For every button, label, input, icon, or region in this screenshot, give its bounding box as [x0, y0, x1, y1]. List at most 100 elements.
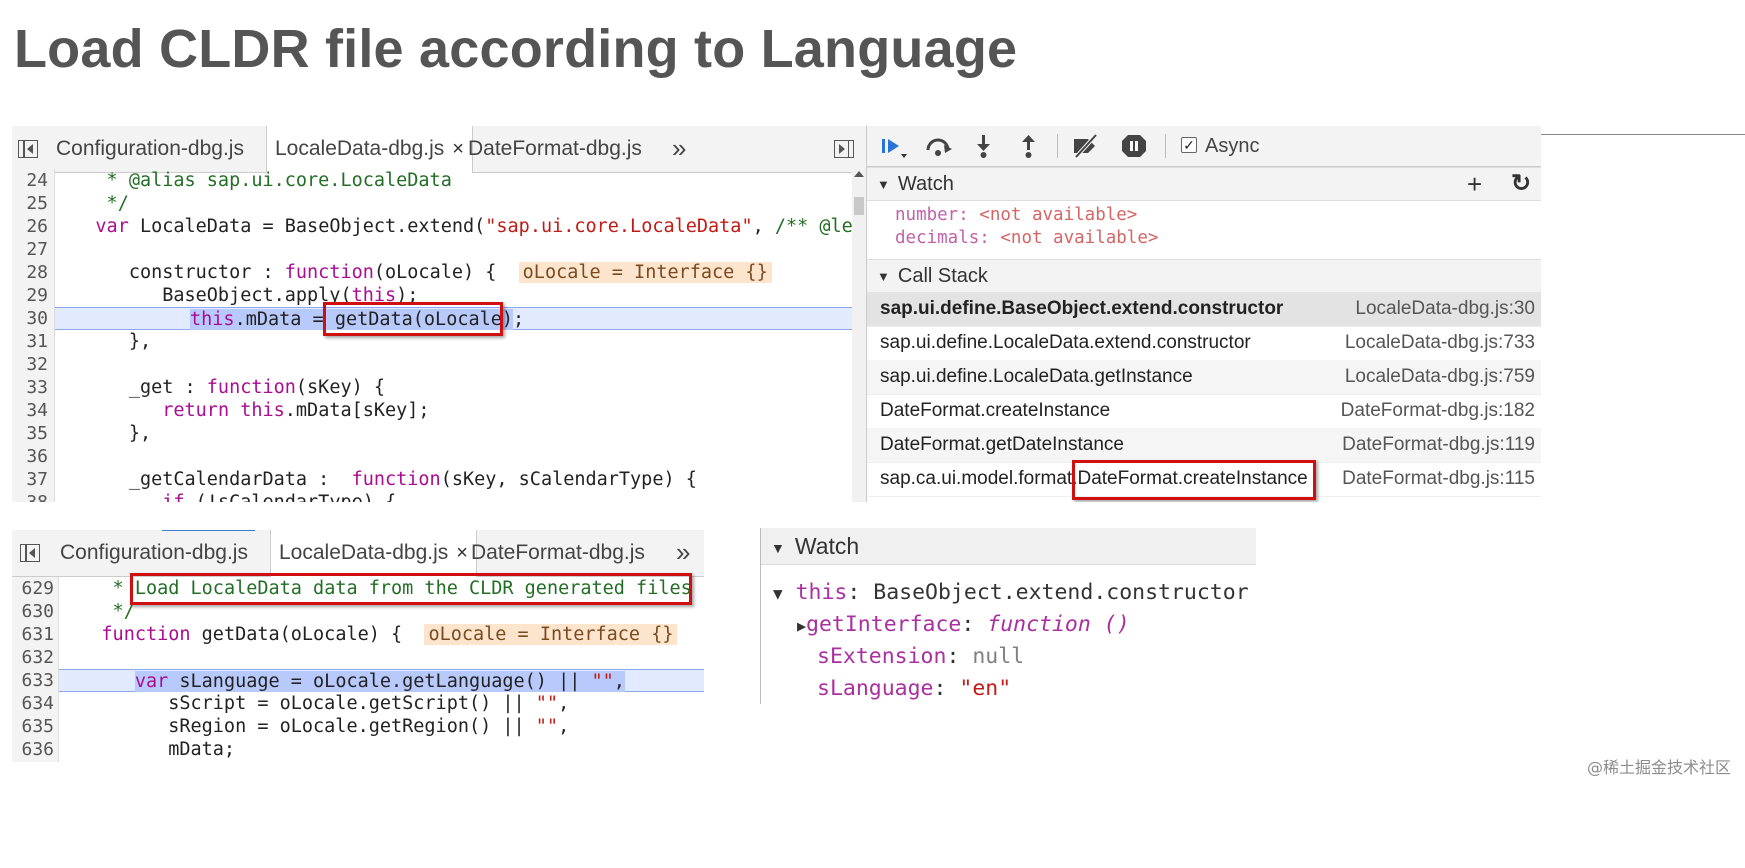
refresh-icon[interactable]: ↻ — [1511, 168, 1531, 200]
callstack-frame[interactable]: sap.ui.define.LocaleData.extend.construc… — [867, 326, 1541, 361]
watch-section-header[interactable]: ▼ Watch — [761, 528, 1256, 565]
line-number[interactable]: 634 — [12, 692, 54, 715]
property-name: sLanguage — [817, 676, 934, 701]
tab-configuration[interactable]: Configuration-dbg.js — [60, 530, 248, 576]
code-text: BaseObject.apply( — [62, 285, 352, 306]
code-line: 632 — [12, 646, 704, 669]
property-value: null — [972, 644, 1025, 669]
line-number[interactable]: 25 — [12, 192, 48, 215]
code-text: , — [558, 716, 570, 737]
collapse-icon[interactable]: ▼ — [773, 584, 783, 603]
line-number[interactable]: 630 — [12, 600, 54, 623]
watch-value: <not available> — [1000, 228, 1159, 248]
pause-on-exceptions-icon[interactable] — [1119, 132, 1149, 160]
line-number[interactable]: 28 — [12, 261, 48, 284]
code-line: 633 — [12, 669, 58, 692]
line-number[interactable]: 35 — [12, 422, 48, 445]
callstack-frame[interactable]: DateFormat.getDateInstance DateFormat-dbg… — [867, 428, 1541, 463]
close-tab-icon[interactable]: × — [452, 138, 464, 160]
watch-section-header[interactable]: ▼ Watch + ↻ — [867, 167, 1541, 201]
tab-localedata-label: LocaleData-dbg.js — [275, 137, 445, 160]
resume-icon[interactable] — [879, 132, 909, 160]
line-number[interactable]: 30 — [12, 307, 48, 330]
tab-localedata[interactable]: LocaleData-dbg.js × — [266, 126, 473, 173]
debugger-toolbar: ✓ Async — [867, 126, 1541, 167]
step-over-icon[interactable] — [923, 132, 953, 160]
watch-value: BaseObject.extend.constructor — [873, 580, 1249, 605]
show-navigator-icon[interactable] — [20, 544, 40, 562]
step-out-icon[interactable] — [1014, 132, 1044, 160]
add-expression-icon[interactable]: + — [1467, 168, 1482, 200]
code-text: * @alias sap.ui.core.LocaleData — [62, 170, 452, 191]
line-number[interactable]: 631 — [12, 623, 54, 646]
line-number[interactable]: 24 — [12, 169, 48, 192]
collapse-icon: ▼ — [877, 268, 890, 284]
line-number[interactable]: 27 — [12, 238, 48, 261]
code-scrollbar[interactable] — [852, 169, 866, 502]
callstack-frame[interactable]: sap.ui.define.BaseObject.extend.construc… — [867, 292, 1541, 327]
line-number[interactable]: 31 — [12, 330, 48, 353]
code-string: "sap.ui.core.LocaleData" — [485, 216, 753, 237]
frame-location[interactable]: DateFormat-dbg.js:115 — [1342, 462, 1535, 496]
show-debugger-icon[interactable] — [834, 140, 854, 158]
tab-dateformat[interactable]: DateFormat-dbg.js — [468, 126, 642, 172]
code-text: */ — [62, 193, 129, 214]
watch-property[interactable]: sLanguage: "en" — [817, 676, 1011, 701]
scrollbar-thumb[interactable] — [854, 197, 864, 215]
code-keyword: function — [206, 377, 296, 398]
close-tab-icon[interactable]: × — [456, 542, 468, 564]
code-text: }, — [62, 331, 152, 352]
line-number[interactable]: 29 — [12, 284, 48, 307]
watch-property[interactable]: sExtension: null — [817, 644, 1024, 669]
watch-expression[interactable]: number: <not available> — [895, 205, 1137, 225]
line-number[interactable]: 37 — [12, 468, 48, 491]
tab-localedata[interactable]: LocaleData-dbg.js × — [270, 530, 477, 577]
callstack-section-header[interactable]: ▼ Call Stack — [867, 259, 1541, 293]
deactivate-breakpoints-icon[interactable] — [1071, 132, 1101, 160]
frame-location[interactable]: DateFormat-dbg.js:182 — [1341, 394, 1535, 428]
line-number[interactable]: 32 — [12, 353, 48, 376]
line-number[interactable]: 38 — [12, 491, 48, 502]
show-navigator-icon[interactable] — [18, 140, 38, 158]
frame-function: sap.ca.ui.model.format. — [880, 468, 1078, 489]
expand-icon[interactable]: ▶ — [797, 617, 806, 635]
collapse-icon: ▼ — [877, 176, 890, 192]
scroll-up-icon[interactable] — [854, 171, 864, 177]
code-keyword: if — [162, 492, 184, 502]
colon: : — [958, 205, 980, 225]
line-number[interactable]: 33 — [12, 376, 48, 399]
frame-location[interactable]: DateFormat-dbg.js:119 — [1342, 428, 1535, 462]
line-number[interactable]: 36 — [12, 445, 48, 468]
property-value: function () — [987, 612, 1130, 637]
more-tabs-icon[interactable]: » — [676, 530, 690, 576]
line-number[interactable]: 633 — [12, 669, 54, 692]
toolbar-divider — [1165, 134, 1166, 158]
line-number[interactable]: 34 — [12, 399, 48, 422]
async-checkbox[interactable]: ✓ — [1181, 137, 1197, 153]
more-tabs-icon[interactable]: » — [672, 126, 686, 172]
line-number[interactable]: 636 — [12, 738, 54, 761]
line-number[interactable]: 26 — [12, 215, 48, 238]
frame-function: sap.ui.define.LocaleData.getInstance — [880, 366, 1193, 387]
top-code-area: 24 * @alias sap.ui.core.LocaleData 25 */… — [12, 169, 866, 502]
tab-configuration[interactable]: Configuration-dbg.js — [56, 126, 244, 172]
callstack-frame[interactable]: DateFormat.createInstance DateFormat-dbg.… — [867, 394, 1541, 429]
tab-dateformat[interactable]: DateFormat-dbg.js — [471, 530, 645, 576]
top-editor-tabbar: Configuration-dbg.js LocaleData-dbg.js × … — [12, 126, 866, 173]
toolbar-divider — [1057, 134, 1058, 158]
watch-expression[interactable]: decimals: <not available> — [895, 228, 1158, 248]
watch-property[interactable]: ▶getInterface: function () — [797, 612, 1130, 637]
step-into-icon[interactable] — [969, 132, 999, 160]
callstack-frame[interactable]: sap.ui.define.LocaleData.getInstance Loca… — [867, 360, 1541, 395]
frame-location[interactable]: LocaleData-dbg.js:733 — [1345, 326, 1535, 360]
line-number[interactable]: 635 — [12, 715, 54, 738]
watch-root[interactable]: ▼ this: BaseObject.extend.constructor — [773, 580, 1249, 605]
code-keyword: return — [162, 400, 230, 421]
frame-location[interactable]: LocaleData-dbg.js:759 — [1345, 360, 1535, 394]
line-number[interactable]: 629 — [12, 577, 54, 600]
line-number[interactable]: 632 — [12, 646, 54, 669]
frame-location[interactable]: LocaleData-dbg.js:30 — [1355, 292, 1535, 326]
code-text: .mData[sKey]; — [284, 400, 430, 421]
